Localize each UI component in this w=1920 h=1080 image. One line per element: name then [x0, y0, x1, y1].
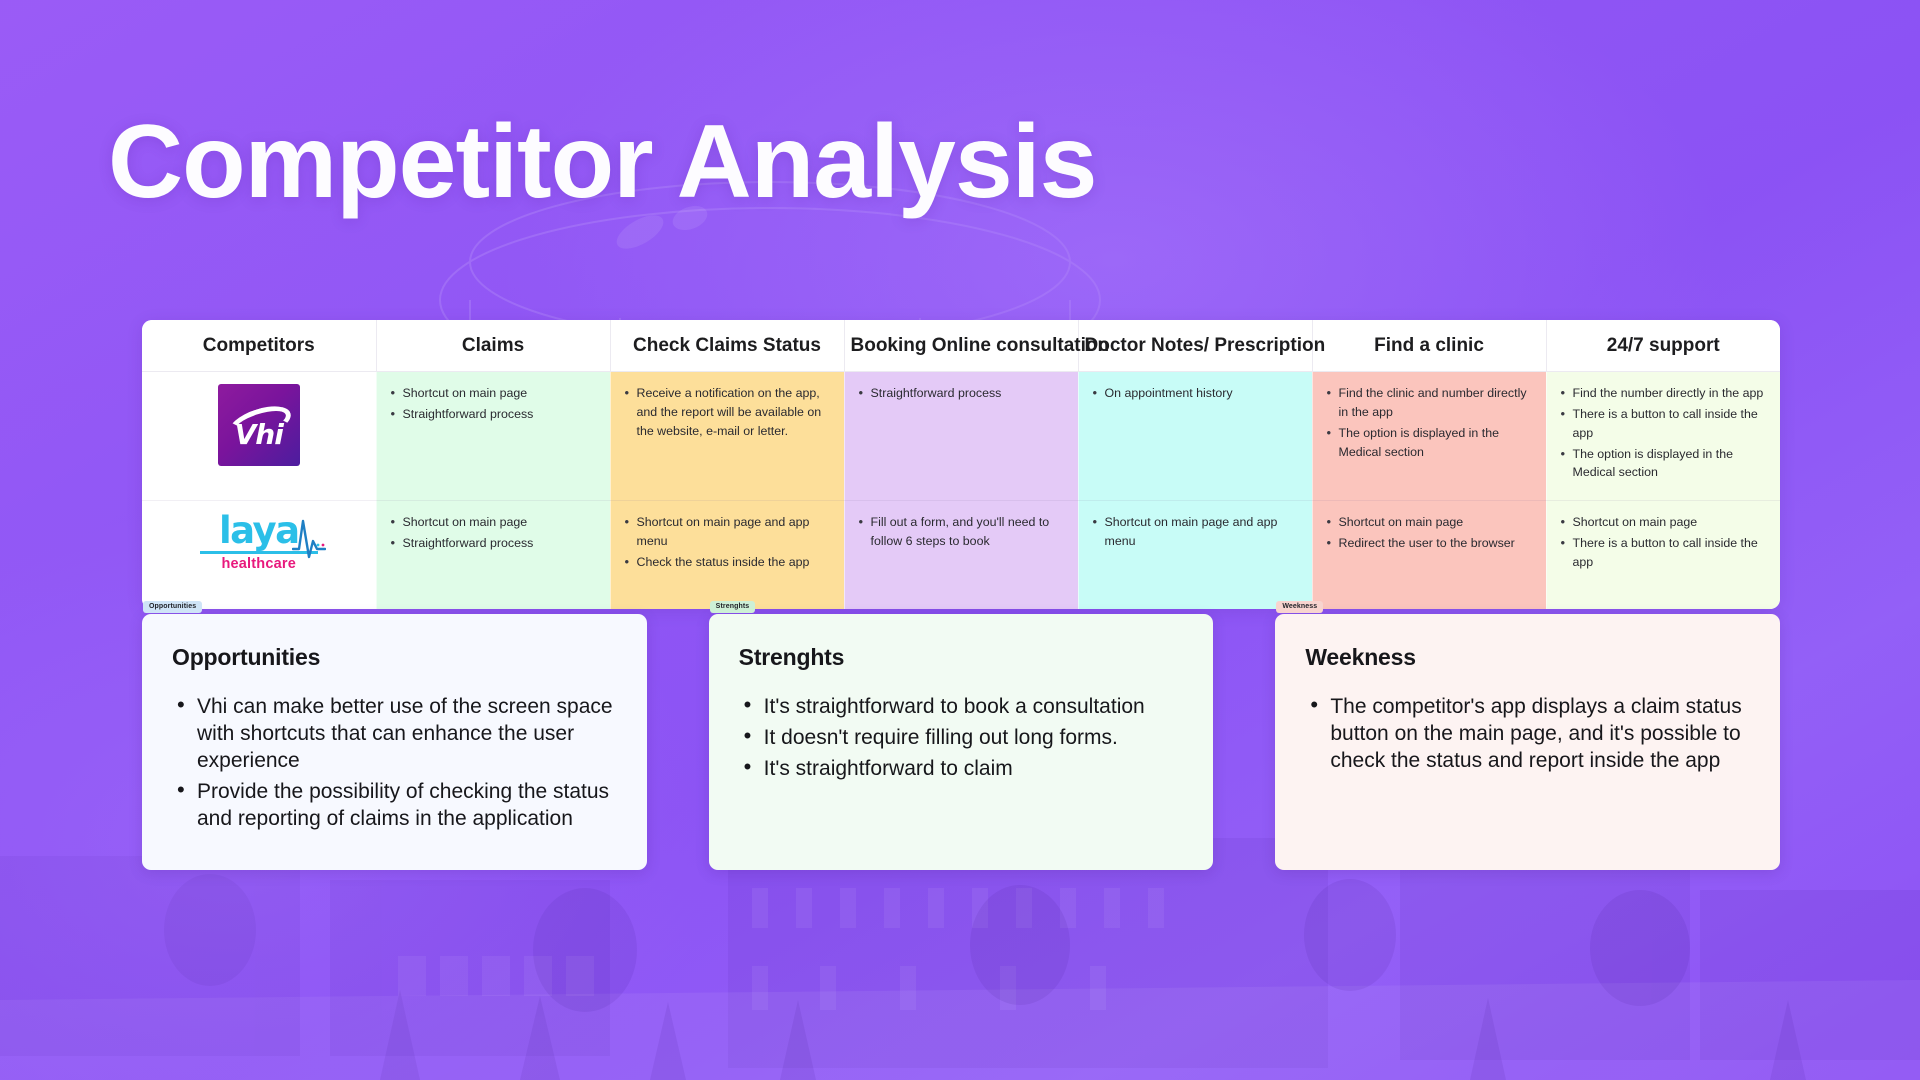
table-row: Vhi Shortcut on main pageStraightforward…	[142, 371, 1780, 502]
column-header-check-claims-status: Check Claims Status	[610, 320, 845, 372]
heartbeat-icon	[291, 520, 326, 559]
competitor-logo-cell-vhi: Vhi	[142, 371, 377, 502]
list-item: The option is displayed in the Medical s…	[1327, 423, 1532, 462]
list-item: The option is displayed in the Medical s…	[1561, 444, 1767, 483]
vhi-logo-icon: Vhi	[217, 384, 300, 466]
table-header-row: Competitors Claims Check Claims Status B…	[142, 320, 1780, 372]
list-item: It doesn't require filling out long form…	[739, 722, 1184, 751]
list-item: It's straightforward to book a consultat…	[739, 691, 1184, 720]
cell-list: Shortcut on main pageThere is a button t…	[1561, 512, 1767, 572]
list-item: Vhi can make better use of the screen sp…	[172, 691, 617, 774]
cell-laya-247-support: Shortcut on main pageThere is a button t…	[1546, 500, 1780, 609]
cell-list: On appointment history	[1093, 383, 1298, 403]
cell-list: Shortcut on main page and app menuCheck …	[625, 512, 830, 572]
laya-healthcare-logo-icon: laya healthcare	[198, 512, 326, 572]
column-header-find-a-clinic: Find a clinic	[1312, 320, 1547, 372]
list-item: Find the clinic and number directly in t…	[1327, 383, 1532, 422]
cell-vhi-check-claims-status: Receive a notification on the app, and t…	[610, 371, 845, 502]
card-weekness: Weekness Weekness The competitor's app d…	[1275, 601, 1781, 871]
list-item: Straightforward process	[859, 383, 1064, 403]
card-tab-strenghts: Strenghts	[709, 601, 756, 613]
list-item: Check the status inside the app	[625, 552, 830, 572]
list-item: On appointment history	[1093, 383, 1298, 403]
cell-list: Shortcut on main pageStraightforward pro…	[391, 383, 596, 424]
list-item: It's straightforward to claim	[739, 753, 1184, 782]
list-item: Fill out a form, and you'll need to foll…	[859, 512, 1064, 551]
cell-vhi-doctor-notes-prescription: On appointment history	[1078, 371, 1313, 502]
column-header-claims: Claims	[376, 320, 611, 372]
cell-vhi-booking-online-consultation: Straightforward process	[844, 371, 1079, 502]
list-item: Shortcut on main page and app menu	[1093, 512, 1298, 551]
column-header-247-support: 24/7 support	[1546, 320, 1780, 372]
cell-list: Receive a notification on the app, and t…	[625, 383, 830, 441]
cell-laya-check-claims-status: Shortcut on main page and app menuCheck …	[610, 500, 845, 609]
cell-laya-find-a-clinic: Shortcut on main pageRedirect the user t…	[1312, 500, 1547, 609]
cell-list: Shortcut on main pageStraightforward pro…	[391, 512, 596, 553]
column-header-competitors: Competitors	[142, 320, 377, 372]
list-item: Straightforward process	[391, 404, 596, 424]
card-list-opportunities: Vhi can make better use of the screen sp…	[172, 691, 617, 832]
cell-vhi-247-support: Find the number directly in the appThere…	[1546, 371, 1780, 502]
list-item: There is a button to call inside the app	[1561, 533, 1767, 572]
cell-laya-doctor-notes-prescription: Shortcut on main page and app menu	[1078, 500, 1313, 609]
list-item: There is a button to call inside the app	[1561, 404, 1767, 443]
card-title-weekness: Weekness	[1305, 644, 1416, 670]
list-item: Shortcut on main page	[1327, 512, 1532, 532]
card-tab-weekness: Weekness	[1276, 601, 1324, 613]
page-title: Competitor Analysis	[108, 104, 1097, 220]
cell-list: Shortcut on main page and app menu	[1093, 512, 1298, 551]
swot-card-row: Opportunities Opportunities Vhi can make…	[142, 601, 1781, 871]
cell-list: Find the clinic and number directly in t…	[1327, 383, 1532, 462]
cell-vhi-claims: Shortcut on main pageStraightforward pro…	[376, 371, 611, 502]
cell-list: Fill out a form, and you'll need to foll…	[859, 512, 1064, 551]
list-item: Provide the possibility of checking the …	[172, 776, 617, 832]
cell-list: Find the number directly in the appThere…	[1561, 383, 1767, 483]
card-title-opportunities: Opportunities	[172, 644, 321, 670]
card-list-strenghts: It's straightforward to book a consultat…	[739, 691, 1184, 782]
list-item: Shortcut on main page and app menu	[625, 512, 830, 551]
cell-laya-booking-online-consultation: Fill out a form, and you'll need to foll…	[844, 500, 1079, 609]
table-row: laya healthcare Shortcut on main pageStr…	[142, 500, 1780, 609]
cell-list: Straightforward process	[859, 383, 1064, 403]
list-item: The competitor's app displays a claim st…	[1305, 691, 1750, 774]
list-item: Find the number directly in the app	[1561, 383, 1767, 403]
cell-list: Shortcut on main pageRedirect the user t…	[1327, 512, 1532, 553]
card-strenghts: Strenghts Strenghts It's straightforward…	[708, 601, 1214, 871]
list-item: Shortcut on main page	[391, 512, 596, 532]
cell-laya-claims: Shortcut on main pageStraightforward pro…	[376, 500, 611, 609]
cell-vhi-find-a-clinic: Find the clinic and number directly in t…	[1312, 371, 1547, 502]
list-item: Shortcut on main page	[1561, 512, 1767, 532]
column-header-doctor-notes-prescription: Doctor Notes/ Prescription	[1078, 320, 1325, 372]
card-title-strenghts: Strenghts	[738, 644, 845, 670]
list-item: Straightforward process	[391, 533, 596, 553]
competitor-logo-cell-laya: laya healthcare	[142, 500, 377, 609]
list-item: Shortcut on main page	[391, 383, 596, 403]
card-opportunities: Opportunities Opportunities Vhi can make…	[142, 601, 647, 871]
list-item: Receive a notification on the app, and t…	[625, 383, 830, 441]
column-header-booking-online-consultation: Booking Online consultation	[844, 320, 1109, 372]
competitor-comparison-table: Competitors Claims Check Claims Status B…	[142, 320, 1780, 609]
card-list-weekness: The competitor's app displays a claim st…	[1305, 691, 1750, 774]
table-body: Vhi Shortcut on main pageStraightforward…	[142, 371, 1780, 609]
list-item: Redirect the user to the browser	[1327, 533, 1532, 553]
vhi-logo-wordmark: Vhi	[234, 417, 284, 451]
card-tab-opportunities: Opportunities	[143, 601, 203, 613]
